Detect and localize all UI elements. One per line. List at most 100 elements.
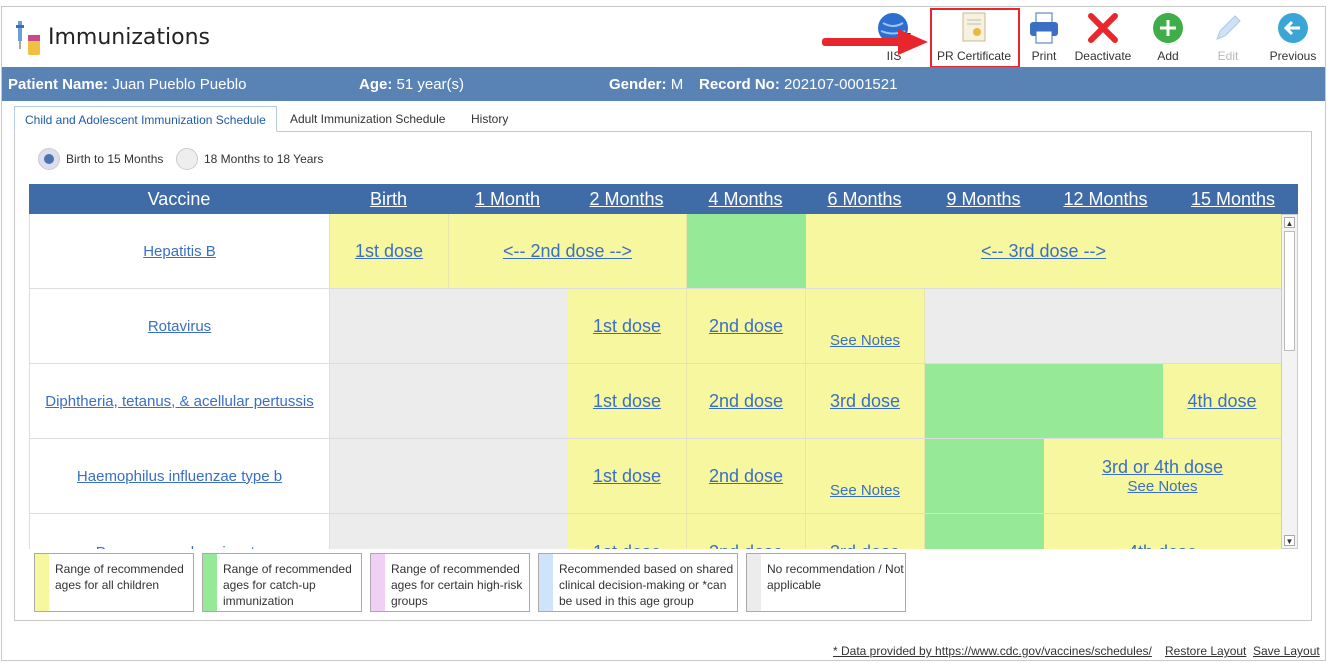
page-title: Immunizations	[48, 25, 210, 50]
dose-cell[interactable]: 4th dose	[1163, 364, 1281, 438]
dose-cell[interactable]: 1st dose	[568, 289, 687, 363]
schedule-grid-body: Hepatitis B 1st dose <-- 2nd dose --> <-…	[29, 214, 1281, 549]
catchup-cell	[925, 364, 1163, 438]
legend-swatch	[35, 554, 49, 611]
see-notes-link[interactable]: See Notes	[830, 332, 900, 349]
empty-cell	[330, 289, 568, 363]
dose-cell[interactable]: <-- 2nd dose -->	[449, 214, 687, 288]
table-row: Hepatitis B 1st dose <-- 2nd dose --> <-…	[30, 214, 1281, 289]
scroll-down-icon[interactable]: ▼	[1284, 535, 1295, 546]
catchup-cell	[925, 514, 1044, 549]
close-x-icon	[1086, 11, 1120, 45]
scroll-thumb[interactable]	[1284, 231, 1295, 351]
empty-cell	[330, 364, 568, 438]
dose-cell[interactable]: 1st dose	[568, 439, 687, 513]
deactivate-label: Deactivate	[1074, 49, 1132, 63]
dose-link[interactable]: 3rd or 4th dose	[1102, 457, 1223, 478]
print-label: Print	[1031, 49, 1057, 63]
dose-cell[interactable]: 4th dose	[1044, 514, 1281, 549]
dose-cell[interactable]: 2nd dose	[687, 289, 806, 363]
legend-swatch	[747, 554, 761, 611]
patient-info-bar: Patient Name: Juan Pueblo Pueblo Age: 51…	[2, 67, 1325, 101]
vaccine-link[interactable]: Pneumococcal conjugate	[30, 514, 330, 549]
scroll-up-icon[interactable]: ▲	[1284, 217, 1295, 228]
deactivate-button[interactable]: Deactivate	[1072, 11, 1134, 63]
dose-cell[interactable]: 1st dose	[330, 214, 449, 288]
legend-swatch	[371, 554, 385, 611]
patient-name: Patient Name: Juan Pueblo Pueblo	[8, 76, 247, 93]
legend-item: Recommended based on shared clinical dec…	[538, 553, 738, 612]
add-label: Add	[1157, 49, 1179, 63]
vaccine-link[interactable]: Rotavirus	[30, 289, 330, 363]
patient-gender: Gender: M	[609, 76, 684, 93]
back-arrow-icon	[1276, 11, 1310, 45]
empty-cell	[925, 289, 1281, 363]
patient-age: Age: 51 year(s)	[359, 76, 465, 93]
see-notes-link[interactable]: See Notes	[1127, 478, 1197, 495]
catchup-cell	[687, 214, 806, 288]
header-6-months[interactable]: 6 Months	[805, 189, 924, 210]
previous-button[interactable]: Previous	[1268, 11, 1318, 63]
schedule-grid-header: Vaccine Birth 1 Month 2 Months 4 Months …	[29, 184, 1298, 214]
header-4-months[interactable]: 4 Months	[686, 189, 805, 210]
empty-cell	[330, 439, 568, 513]
previous-label: Previous	[1269, 49, 1317, 63]
catchup-cell	[925, 439, 1044, 513]
save-layout-link[interactable]: Save Layout	[1253, 644, 1320, 658]
header-birth[interactable]: Birth	[329, 189, 448, 210]
header-vaccine: Vaccine	[147, 189, 211, 209]
dose-cell[interactable]: <-- 3rd dose -->	[806, 214, 1281, 288]
header-2-months[interactable]: 2 Months	[567, 189, 686, 210]
notes-cell[interactable]: See Notes	[806, 439, 925, 513]
legend-item: Range of recommended ages for certain hi…	[370, 553, 530, 612]
vaccine-link[interactable]: Hepatitis B	[30, 214, 330, 288]
tab-adult-schedule[interactable]: Adult Immunization Schedule	[280, 106, 455, 132]
table-row: Diphtheria, tetanus, & acellular pertuss…	[30, 364, 1281, 439]
dose-cell[interactable]: 3rd dose	[806, 514, 925, 549]
header-12-months[interactable]: 12 Months	[1043, 189, 1168, 210]
table-row: Pneumococcal conjugate 1st dose 2nd dose…	[30, 514, 1281, 549]
legend-swatch	[203, 554, 217, 611]
certificate-icon	[957, 11, 991, 45]
grid-scrollbar[interactable]: ▲ ▼	[1281, 214, 1298, 549]
red-arrow-annotation	[822, 29, 932, 55]
pr-certificate-button[interactable]: PR Certificate	[934, 11, 1014, 63]
header-9-months[interactable]: 9 Months	[924, 189, 1043, 210]
edit-button[interactable]: Edit	[1210, 11, 1246, 63]
dose-cell[interactable]: 2nd dose	[687, 514, 806, 549]
add-button[interactable]: Add	[1150, 11, 1186, 63]
legend-item: Range of recommended ages for catch-up i…	[202, 553, 362, 612]
radio-birth-15-months[interactable]: Birth to 15 Months	[38, 148, 163, 170]
dose-cell[interactable]: 1st dose	[568, 514, 687, 549]
legend-item: Range of recommended ages for all childr…	[34, 553, 194, 612]
legend-item: No recommendation / Not applicable	[746, 553, 906, 612]
header-1-month[interactable]: 1 Month	[448, 189, 567, 210]
tab-history[interactable]: History	[461, 106, 518, 132]
dose-cell[interactable]: 3rd or 4th dose See Notes	[1044, 439, 1281, 513]
syringe-vial-icon	[16, 21, 40, 55]
app-header: Immunizations IIS PR Certificate Print D…	[2, 7, 1325, 68]
restore-layout-link[interactable]: Restore Layout	[1165, 644, 1246, 658]
print-button[interactable]: Print	[1026, 11, 1062, 63]
empty-cell	[330, 514, 568, 549]
dose-cell[interactable]: 2nd dose	[687, 439, 806, 513]
patient-record: Record No: 202107-0001521	[699, 76, 898, 93]
cdc-source-link[interactable]: * Data provided by https://www.cdc.gov/v…	[833, 644, 1152, 658]
dose-cell[interactable]: 3rd dose	[806, 364, 925, 438]
table-row: Rotavirus 1st dose 2nd dose See Notes	[30, 289, 1281, 364]
header-15-months[interactable]: 15 Months	[1168, 189, 1298, 210]
see-notes-link[interactable]: See Notes	[830, 482, 900, 499]
legend-swatch	[539, 554, 553, 611]
table-row: Haemophilus influenzae type b 1st dose 2…	[30, 439, 1281, 514]
pr-certificate-label: PR Certificate	[936, 49, 1012, 63]
radio-selected-icon	[38, 148, 60, 170]
tab-child-schedule[interactable]: Child and Adolescent Immunization Schedu…	[14, 106, 277, 132]
plus-icon	[1151, 11, 1185, 45]
dose-cell[interactable]: 2nd dose	[687, 364, 806, 438]
vaccine-link[interactable]: Diphtheria, tetanus, & acellular pertuss…	[30, 364, 330, 438]
vaccine-link[interactable]: Haemophilus influenzae type b	[30, 439, 330, 513]
notes-cell[interactable]: See Notes	[806, 289, 925, 363]
edit-label: Edit	[1217, 49, 1239, 63]
dose-cell[interactable]: 1st dose	[568, 364, 687, 438]
radio-18-months-18-years[interactable]: 18 Months to 18 Years	[176, 148, 323, 170]
